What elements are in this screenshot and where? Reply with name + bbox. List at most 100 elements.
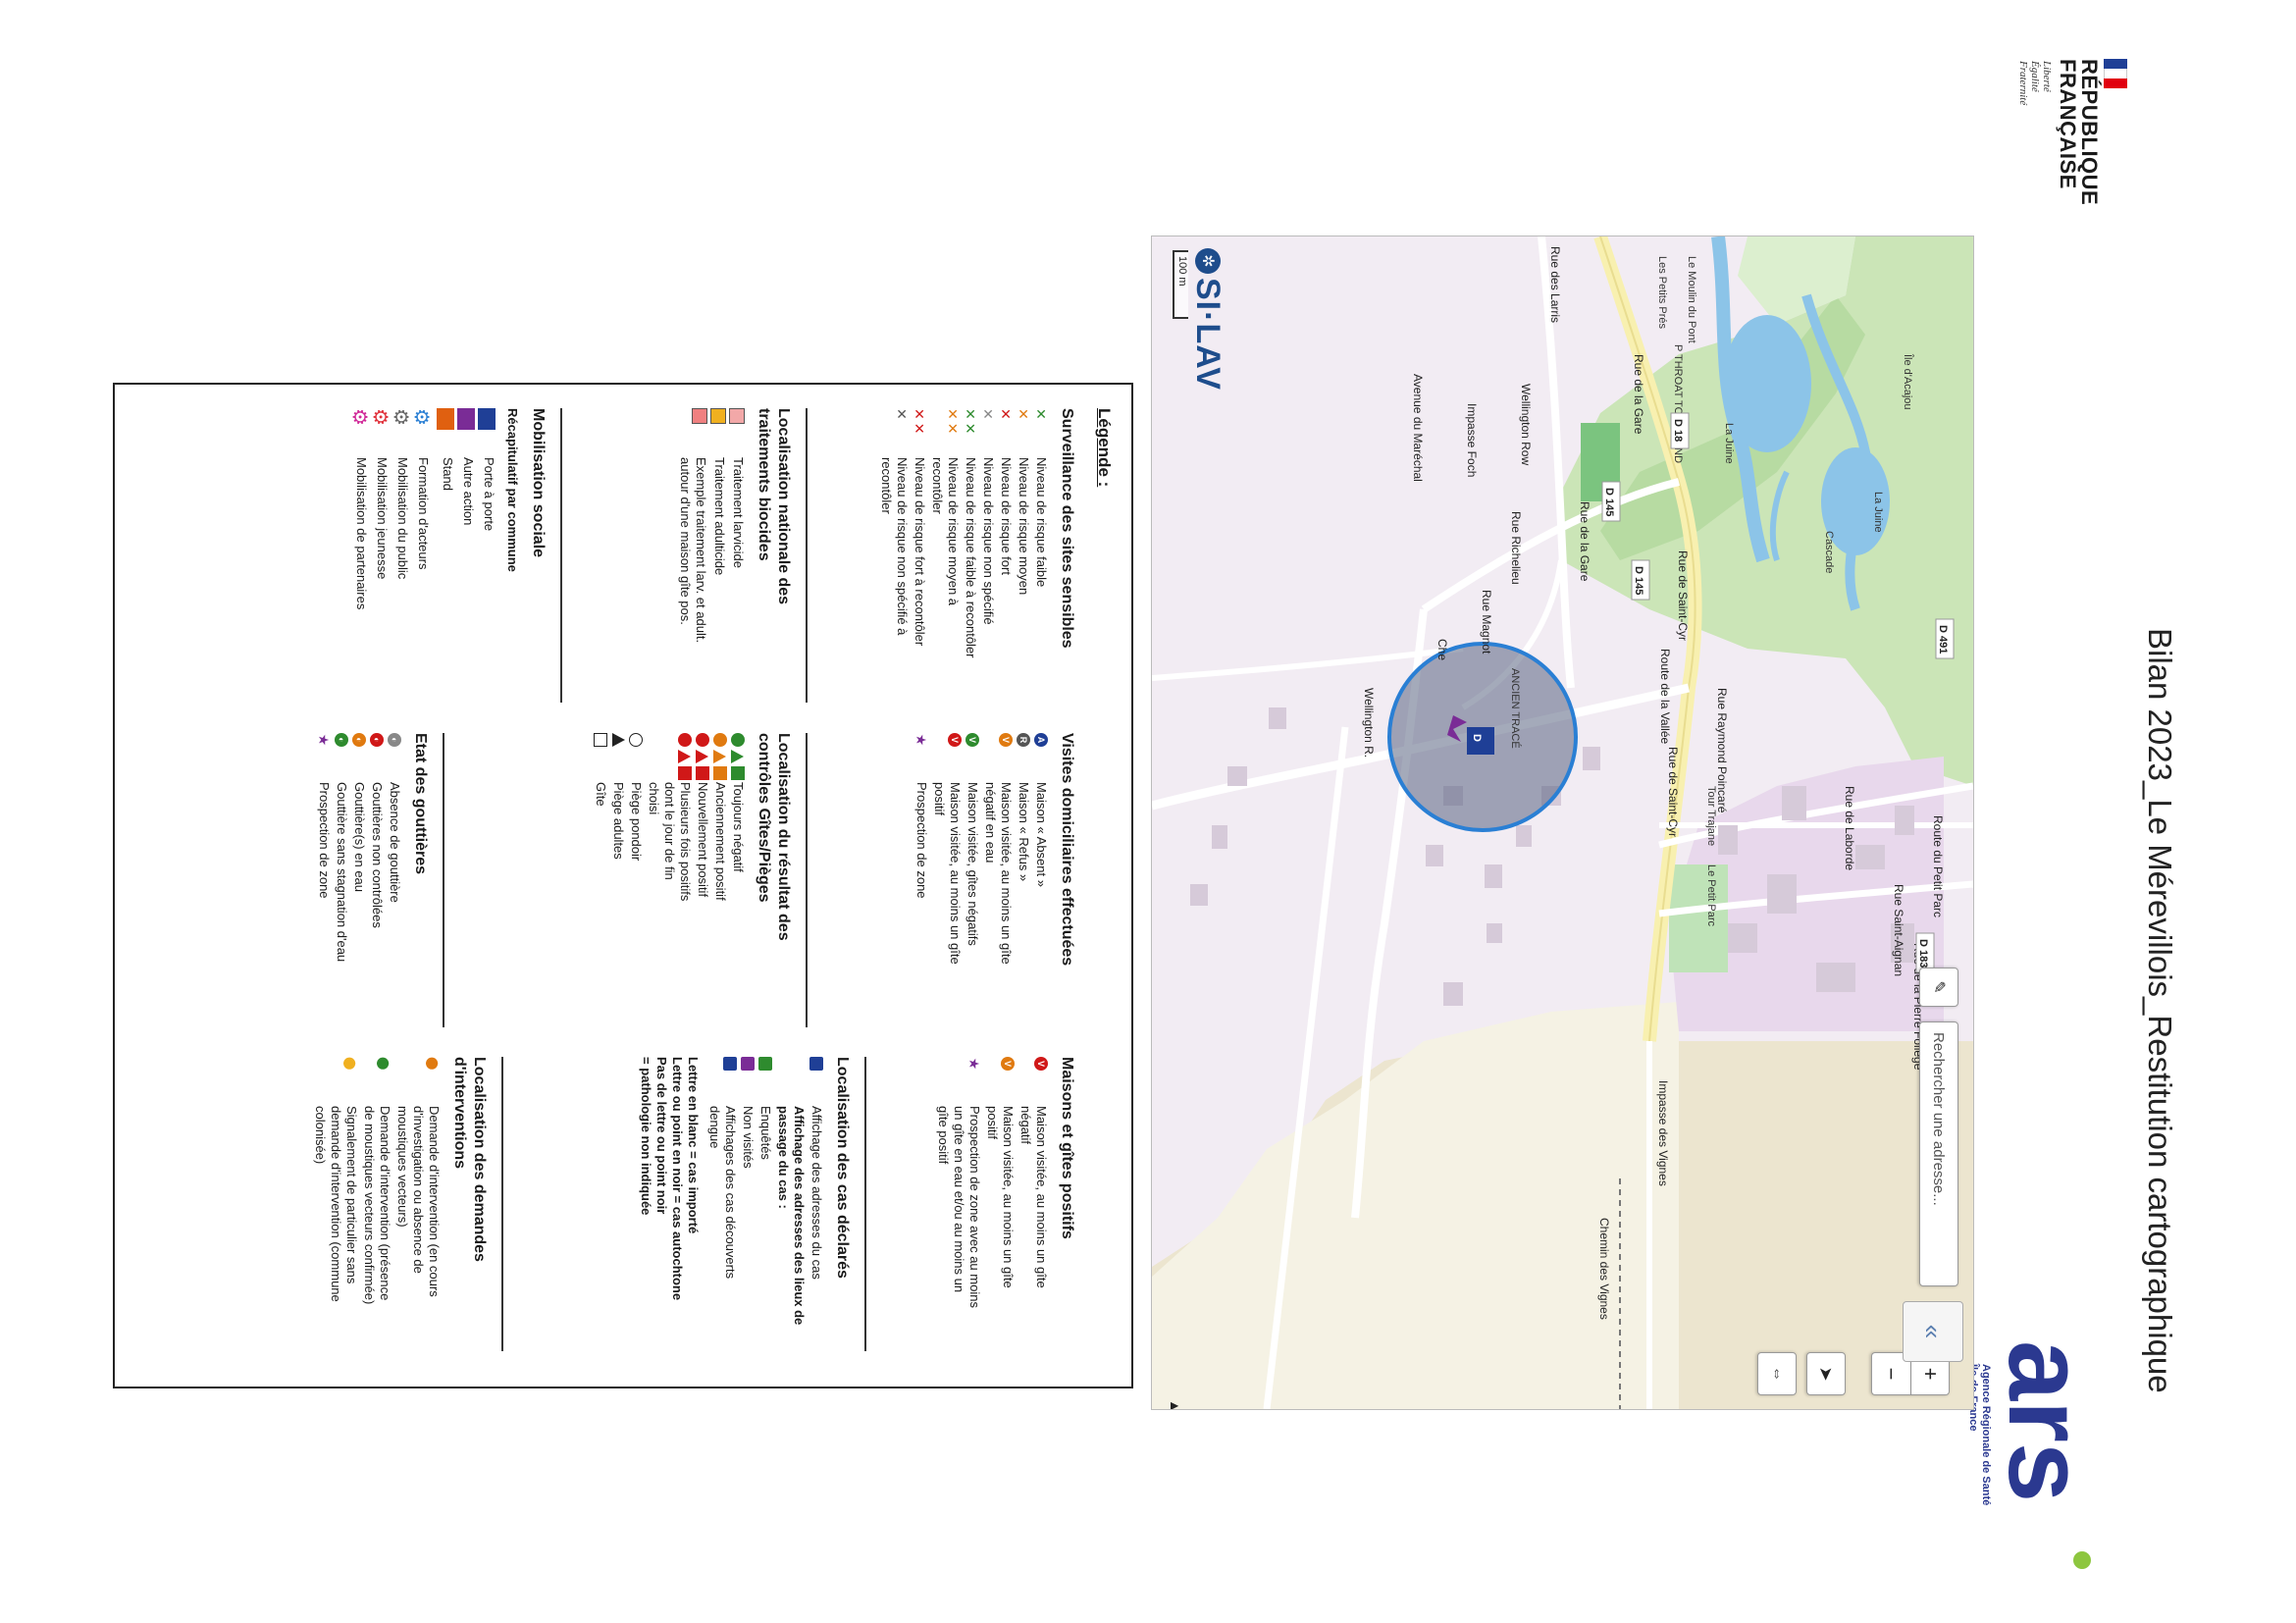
controle-item: Gîte (593, 733, 608, 1037)
circle-marker: ★ (316, 733, 332, 747)
cross-marker: ✕ (980, 408, 996, 420)
label-rue-de-la-gare: Rue de la Gare (1578, 501, 1592, 582)
cas-note: Lettre en blanc = cas importé (686, 1057, 701, 1234)
cas-item-label: Non visités (740, 1106, 756, 1361)
demande-item-label-line: d'investigation ou absence de (411, 1106, 426, 1274)
cross-marker: ✕ (963, 408, 978, 420)
visite-item-label-line: Maison « Refus » (1017, 782, 1031, 882)
visite-item-symbol: ★ (913, 733, 929, 782)
demande-item-symbol: ⬤ (425, 1057, 442, 1106)
mobilisation-gear-item-label: Mobilisation jeunesse (374, 457, 390, 712)
surveillance-item-symbol: ✕ (1033, 408, 1049, 457)
visite-item: ★ Prospection de zone (913, 733, 929, 1037)
biocide-item-label: Traitement larvicide (730, 457, 746, 712)
demandes-heading-line-2: d'interventions (451, 1057, 468, 1170)
controle-item: Nouvellement positif (695, 733, 710, 1037)
surveillance-item-label-line: Niveau de risque moyen à (946, 457, 961, 606)
visite-item-label: Prospection de zone (913, 782, 929, 1037)
circle-marker: ◐ (370, 733, 384, 747)
demande-item-label-line: Demande d'intervention (présence (378, 1106, 392, 1301)
cross-marker: ✕ (945, 422, 961, 435)
label-rue-magnot: Rue Magnot (1480, 590, 1493, 654)
controle-item: Plusieurs fois positifs dont le jour de f… (646, 733, 693, 1037)
cross-marker: ✕ (1033, 408, 1049, 420)
divider (806, 733, 808, 1027)
lake-west (1723, 315, 1811, 452)
surveillance-item: ✕ Niveau de risque non spécifié à recontôl… (878, 408, 910, 712)
gear-icon: ⚙ (390, 408, 411, 426)
gouttiere-item-label: Gouttière sans stagnation d'eau (334, 782, 349, 1037)
mobilisation-item-label-line: Autre action (461, 457, 476, 526)
address-search-input[interactable]: Rechercher une adresse... (1919, 1021, 1958, 1286)
surveillance-item-label: Niveau de risque faible (1033, 457, 1049, 712)
controle-item-label-line: Anciennement positif (713, 782, 728, 901)
demande-item-label-line: colonisée) (313, 1106, 328, 1165)
visite-item-symbol: A (1034, 733, 1049, 782)
visite-item: R Maison « Refus » (1016, 733, 1031, 1037)
visite-item-label-line: Maison visitée, gîtes négatifs (965, 782, 980, 946)
cross-marker: ✕ (945, 408, 961, 420)
drop-marker-icon: ⬤ (377, 1057, 391, 1071)
surveillance-heading: Surveillance des sites sensibles (1059, 408, 1075, 649)
label-petit-parc: Le Petit Parc (1705, 864, 1717, 926)
demandes-heading: Localisation des demandes d'intervention… (449, 1057, 489, 1361)
surveillance-item-symbol: ✕ (1016, 408, 1031, 457)
visite-item-label: Maison visitée, au moins un gîte positif (931, 782, 963, 1037)
mobilisation-item-label: Porte à porte (481, 457, 496, 712)
label-la-juine: La Juine (1723, 423, 1735, 464)
cas-list: Affichage des adresses du cas Affichage d… (706, 1057, 824, 1361)
visite-item-label-line: Maison « Absent » (1034, 782, 1049, 887)
label-rue-raymond-poincare: Rue Raymond Poincaré (1715, 688, 1729, 813)
demande-item-label-line: de moustiques vecteurs confirmée) (362, 1106, 377, 1305)
mobilisation-gear-item-label-line: Mobilisation du public (395, 457, 410, 580)
square-marker (723, 1057, 737, 1071)
compass-icon[interactable]: ➤ (1806, 1352, 1846, 1395)
cross-marker: ✕ (912, 422, 927, 435)
gouttieres-list: ◐ Absence de gouttière ◐ Gouttières non con… (316, 733, 402, 1037)
mobilisation-item-label-line: Stand (441, 457, 455, 491)
mobilisation-gear-item-symbol: ⚙ (369, 408, 391, 457)
circle-marker: V (1034, 1057, 1048, 1071)
mobilisation-item-label-line: Porte à porte (482, 457, 496, 532)
label-petits-pres: Les Petits Prés (1656, 256, 1668, 329)
gouttiere-item-symbol: ◐ (370, 733, 385, 782)
biocides-heading-line-2: traitements biocides (756, 408, 772, 561)
controle-item-label: Piège adultes (610, 782, 626, 1037)
positif-item-label-line: gîte positif (936, 1106, 951, 1165)
demandes-heading-line-1: Localisation des demandes (471, 1057, 488, 1262)
divider (864, 1057, 866, 1351)
surveillance-item-label-line: Niveau de risque non spécifié (981, 457, 996, 625)
mobilisation-list: Porte à porte Autre action Stand (437, 408, 496, 712)
expand-arrows-icon[interactable]: ⇔ (1757, 1352, 1797, 1395)
visite-item-label: Maison visitée, gîtes négatifs (965, 782, 980, 1037)
mobilisation-gear-item-label: Mobilisation de partenaires (353, 457, 369, 712)
controle-item: Toujours négatif (730, 733, 746, 1037)
square-marker (457, 408, 475, 430)
label-wellington-row: Wellington Row (1519, 384, 1533, 465)
cas-item: Affichages des cas découverts dengue (706, 1057, 738, 1361)
circle-marker: ◐ (335, 733, 348, 747)
surveillance-item-label-line: Niveau de risque fort (999, 457, 1014, 575)
silav-logo: ✲ SI·LAV (1188, 248, 1227, 391)
legend-column-3: Maisons et gîtes positifs V Maison visité… (933, 1057, 1076, 1361)
collapse-chevrons-icon[interactable]: « (1903, 1301, 1963, 1362)
surveillance-item-symbol: ✕ (894, 408, 910, 457)
gear-icon: ⚙ (369, 408, 391, 426)
motto-liberte: Liberté (2041, 61, 2053, 92)
ars-agency-name: Agence Régionale de Santé (1980, 1364, 1992, 1506)
visite-item-label: Maison « Refus » (1016, 782, 1031, 1037)
visite-item-label-line: Maison visitée, au moins un gîte (948, 782, 963, 965)
square-marker (809, 1057, 823, 1071)
map-view[interactable]: D La Juine La Juine Île d'Acajou Cascade… (1151, 236, 1974, 1410)
surveillance-item-label-line: recontôler (930, 457, 945, 514)
republic-line-2: FRANÇAISE (2056, 59, 2080, 189)
circle-marker: V (1001, 1057, 1015, 1071)
pencil-icon[interactable]: ✎ (1919, 968, 1958, 1007)
label-rue-saint-aignan: Rue Saint-Aignan (1892, 884, 1905, 976)
triangle-marker (696, 750, 709, 763)
mobilisation-gear-item: ⚙ Mobilisation du public (390, 408, 411, 712)
positif-item: V Maison visitée, au moins un gîte négatif (1018, 1057, 1049, 1361)
badge-d145b: D 145 (1603, 488, 1615, 516)
positif-item: ★ Prospection de zone avec au moins un gît… (935, 1057, 982, 1361)
silav-logo-icon: ✲ (1195, 248, 1221, 274)
